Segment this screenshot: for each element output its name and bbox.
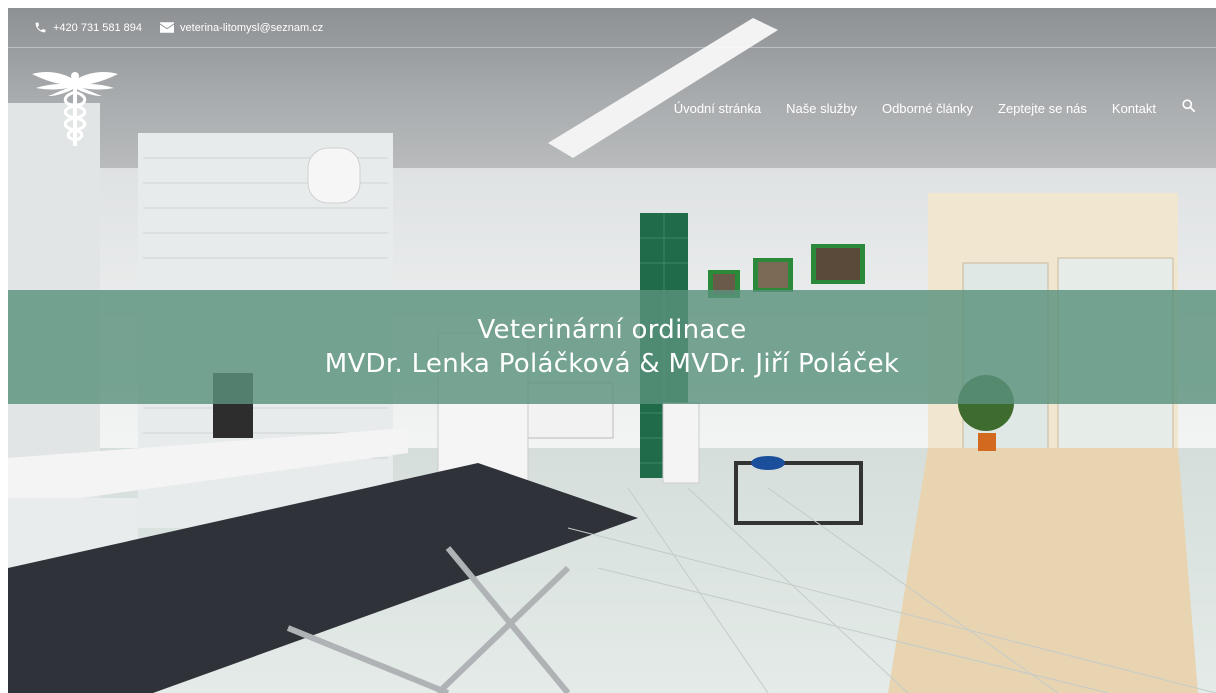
nav-item-ask-us[interactable]: Zeptejte se nás [998,101,1087,116]
phone-number[interactable]: +420 731 581 894 [53,22,142,34]
page: +420 731 581 894 veterina-litomysl@sezna… [8,8,1216,693]
nav-item-articles[interactable]: Odborné články [882,101,973,116]
email-icon [160,22,175,33]
phone-icon [34,21,47,34]
hero-banner: Veterinární ordinace MVDr. Lenka Poláčko… [8,290,1216,404]
hero-subtitle: MVDr. Lenka Poláčková & MVDr. Jiří Poláč… [324,349,900,379]
nav-item-services[interactable]: Naše služby [786,101,857,116]
caduceus-logo[interactable] [32,68,118,146]
main-navigation: Úvodní stránka Naše služby Odborné článk… [674,98,1196,118]
nav-item-home[interactable]: Úvodní stránka [674,101,761,116]
email-address[interactable]: veterina-litomysl@seznam.cz [180,22,323,34]
nav-item-contact[interactable]: Kontakt [1112,101,1156,116]
contact-bar: +420 731 581 894 veterina-litomysl@sezna… [8,8,1216,48]
hero-title: Veterinární ordinace [477,315,747,345]
search-icon[interactable] [1181,98,1196,118]
